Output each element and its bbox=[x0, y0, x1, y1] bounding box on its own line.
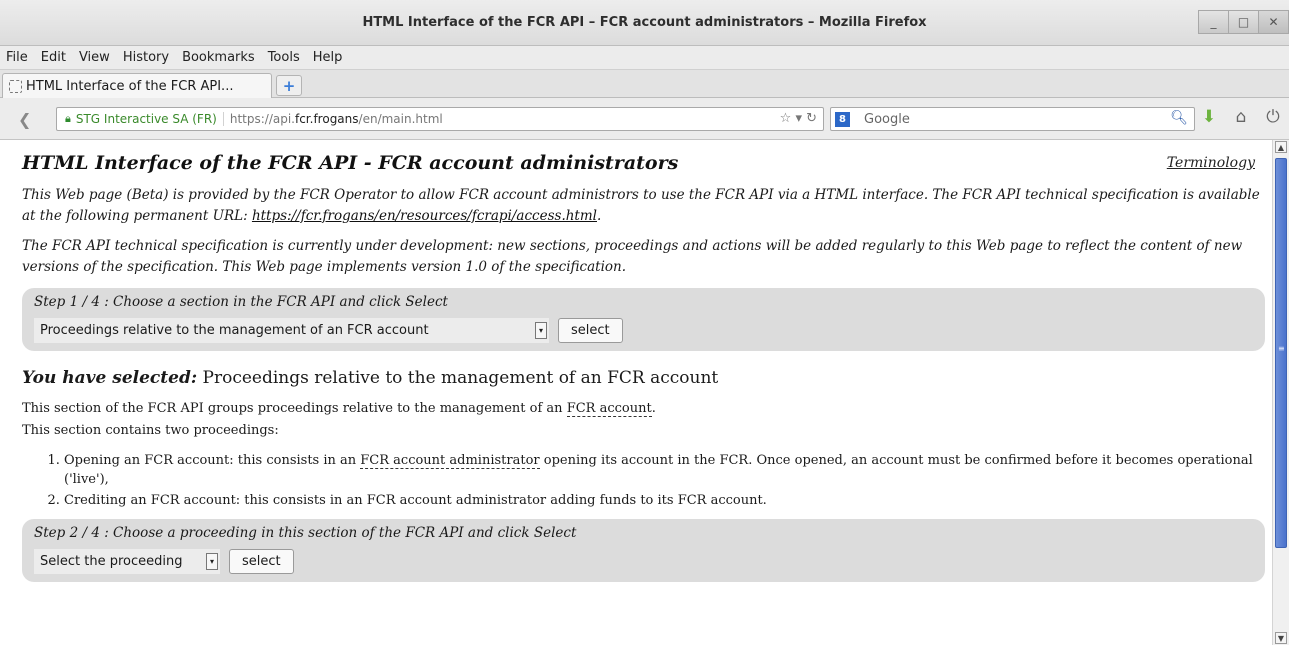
proceeding-1-before: Opening an FCR account: this consists in… bbox=[64, 453, 361, 468]
section-select[interactable]: Proceedings relative to the management o… bbox=[34, 318, 549, 343]
bookmark-star-reload-icon[interactable]: ☆ ▾ ↻ bbox=[780, 111, 817, 126]
step-1-controls: Proceedings relative to the management o… bbox=[34, 318, 1253, 343]
addon-icon[interactable]: ⏻ bbox=[1257, 107, 1289, 127]
proceeding-select[interactable]: Select the proceeding ▾ bbox=[34, 549, 220, 574]
browser-tab[interactable]: HTML Interface of the FCR API... bbox=[2, 73, 272, 98]
minimize-button[interactable]: _ bbox=[1198, 10, 1229, 34]
step-1-box: Step 1 / 4 : Choose a section in the FCR… bbox=[22, 288, 1265, 351]
chevron-down-icon[interactable]: ▾ bbox=[535, 322, 547, 339]
vertical-scrollbar[interactable]: ▲ ▼ bbox=[1272, 140, 1289, 645]
site-identity[interactable]: STG Interactive SA (FR) bbox=[76, 112, 224, 126]
page-content: HTML Interface of the FCR API - FCR acco… bbox=[0, 140, 1272, 645]
page-header: HTML Interface of the FCR API - FCR acco… bbox=[22, 140, 1263, 176]
menu-view[interactable]: View bbox=[79, 50, 110, 65]
padlock-icon[interactable]: 🔒︎ bbox=[65, 112, 71, 126]
google-engine-icon[interactable]: 8 bbox=[835, 111, 850, 127]
home-icon[interactable]: ⌂ bbox=[1225, 107, 1257, 127]
window-title: HTML Interface of the FCR API – FCR acco… bbox=[362, 15, 927, 30]
section-desc-text: This section of the FCR API groups proce… bbox=[22, 401, 567, 416]
section-description: This section of the FCR API groups proce… bbox=[22, 398, 1263, 442]
url-prefix: https://api. bbox=[229, 112, 295, 126]
selected-value: Proceedings relative to the management o… bbox=[202, 368, 719, 388]
spec-url-link[interactable]: https://fcr.frogans/en/resources/fcrapi/… bbox=[252, 208, 597, 224]
menu-tools[interactable]: Tools bbox=[268, 50, 300, 65]
proceedings-list: Opening an FCR account: this consists in… bbox=[22, 451, 1263, 510]
tab-bar: HTML Interface of the FCR API... + bbox=[0, 70, 1289, 98]
section-description-line-1: This section of the FCR API groups proce… bbox=[22, 398, 1263, 420]
toolbar-icons: ⬇ ⌂ ⏻ bbox=[1193, 107, 1289, 127]
intro-text-1: This Web page (Beta) is provided by the … bbox=[22, 187, 1260, 224]
url-host: fcr.frogans bbox=[294, 112, 359, 126]
section-select-value: Proceedings relative to the management o… bbox=[40, 323, 429, 338]
menu-file[interactable]: File bbox=[6, 50, 28, 65]
window-titlebar: HTML Interface of the FCR API – FCR acco… bbox=[0, 0, 1289, 46]
fcr-account-term[interactable]: FCR account bbox=[566, 401, 652, 417]
maximize-button[interactable]: □ bbox=[1228, 10, 1259, 34]
window-controls: _ □ ✕ bbox=[1198, 10, 1289, 34]
page-title: HTML Interface of the FCR API - FCR acco… bbox=[22, 152, 679, 174]
menu-bookmarks[interactable]: Bookmarks bbox=[182, 50, 255, 65]
search-placeholder: Google bbox=[864, 111, 910, 127]
scroll-down-icon[interactable]: ▼ bbox=[1275, 632, 1287, 644]
menu-edit[interactable]: Edit bbox=[41, 50, 66, 65]
step-2-box: Step 2 / 4 : Choose a proceeding in this… bbox=[22, 519, 1265, 582]
url-text[interactable]: https://api.fcr.frogans/en/main.html bbox=[230, 112, 443, 126]
menu-history[interactable]: History bbox=[123, 50, 169, 65]
step-2-title: Step 2 / 4 : Choose a proceeding in this… bbox=[34, 525, 577, 541]
scroll-thumb[interactable] bbox=[1275, 158, 1287, 548]
intro-paragraph-1: This Web page (Beta) is provided by the … bbox=[22, 185, 1263, 227]
search-icon[interactable]: 🔍︎ bbox=[1170, 110, 1188, 126]
menu-help[interactable]: Help bbox=[313, 50, 343, 65]
list-item: Crediting an FCR account: this consists … bbox=[64, 491, 1263, 510]
step-1-select-button[interactable]: select bbox=[558, 318, 623, 343]
terminology-link[interactable]: Terminology bbox=[1167, 155, 1255, 171]
menu-bar: File Edit View History Bookmarks Tools H… bbox=[0, 46, 1289, 70]
back-arrow-icon[interactable]: ❮ bbox=[18, 110, 31, 129]
selected-label: You have selected: bbox=[22, 368, 198, 388]
list-item: Opening an FCR account: this consists in… bbox=[64, 451, 1263, 489]
navigation-bar: ❮ 🔒︎ STG Interactive SA (FR) https://api… bbox=[0, 98, 1289, 140]
download-icon[interactable]: ⬇ bbox=[1193, 107, 1225, 127]
proceeding-select-value: Select the proceeding bbox=[40, 554, 183, 569]
selected-section-heading: You have selected: Proceedings relative … bbox=[22, 366, 1263, 390]
step-2-controls: Select the proceeding ▾ select bbox=[34, 549, 1253, 574]
intro-paragraph-2: The FCR API technical specification is c… bbox=[22, 238, 1243, 275]
section-description-line-2: This section contains two proceedings: bbox=[22, 423, 279, 438]
fcr-account-administrator-term[interactable]: FCR account administrator bbox=[360, 453, 540, 469]
url-path: /en/main.html bbox=[358, 112, 443, 126]
search-bar[interactable]: 8 Google 🔍︎ bbox=[830, 107, 1195, 131]
address-bar[interactable]: 🔒︎ STG Interactive SA (FR) https://api.f… bbox=[56, 107, 824, 131]
proceeding-2-text: Crediting an FCR account: this consists … bbox=[64, 493, 767, 508]
step-2-select-button[interactable]: select bbox=[229, 549, 294, 574]
section-desc-end: . bbox=[651, 401, 656, 416]
page-favicon-icon bbox=[9, 79, 22, 93]
close-button[interactable]: ✕ bbox=[1258, 10, 1289, 34]
tab-label: HTML Interface of the FCR API... bbox=[26, 78, 234, 94]
scroll-up-icon[interactable]: ▲ bbox=[1275, 141, 1287, 153]
step-1-title: Step 1 / 4 : Choose a section in the FCR… bbox=[34, 294, 448, 310]
chevron-down-icon[interactable]: ▾ bbox=[206, 553, 218, 570]
new-tab-button[interactable]: + bbox=[276, 75, 302, 96]
intro-text-1-end: . bbox=[596, 208, 602, 224]
